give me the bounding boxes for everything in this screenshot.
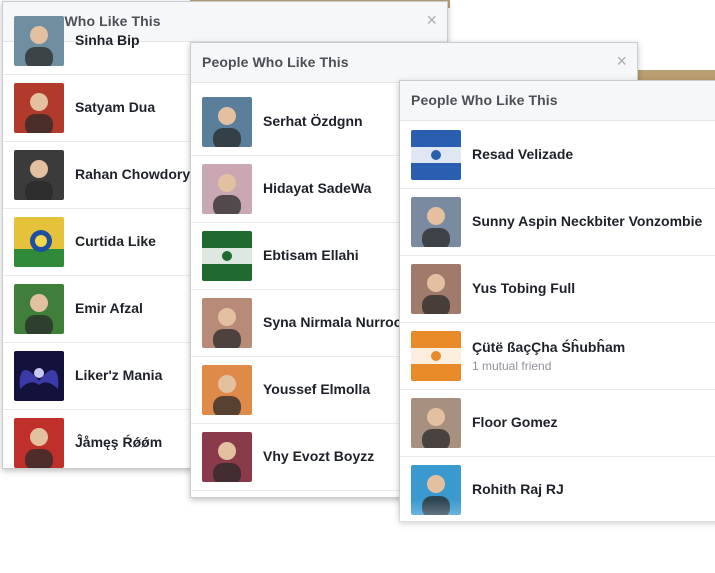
avatar-flag[interactable] [202,231,252,281]
dialog-header: People Who Like This × [191,43,637,83]
mutual-friends-text: 1 mutual friend [472,359,552,373]
person-row[interactable]: Resad Velizade [400,122,715,189]
avatar-person[interactable] [202,432,252,482]
person-name-link[interactable]: Rohith Raj RJ [472,481,564,497]
avatar-person[interactable] [202,164,252,214]
avatar-person[interactable] [14,83,64,133]
bottom-fade [0,500,715,560]
person-row[interactable]: Çütë ßaçÇha Śĥubĥam 1 mutual friend [400,323,715,390]
person-name-link[interactable]: Emir Afzal [75,300,143,316]
avatar-person[interactable] [14,418,64,468]
avatar-person[interactable] [411,398,461,448]
avatar-flag[interactable] [411,331,461,381]
person-name-link[interactable]: Curtida Like [75,233,156,249]
person-row[interactable]: Floor Gomez [400,390,715,457]
person-name-link[interactable]: Serhat Özdgnn [263,113,363,129]
avatar-person[interactable] [202,298,252,348]
avatar-person[interactable] [14,16,64,66]
person-name-link[interactable]: Vhy Evozt Boyzz [263,448,374,464]
person-row[interactable]: Sunny Aspin Neckbiter Vonzombie [400,189,715,256]
people-list: Resad Velizade Sunny Aspin Neckbiter Vonz… [400,122,715,521]
person-name-link[interactable]: Sinha Bip [75,32,140,48]
person-name-link[interactable]: Resad Velizade [472,146,573,162]
person-name-link[interactable]: Floor Gomez [472,414,558,430]
avatar-person[interactable] [14,284,64,334]
person-name-link[interactable]: Rahan Chowdory [75,166,190,182]
dialog-header: People Who Like This [400,81,715,121]
person-name-link[interactable]: Çütë ßaçÇha Śĥubĥam [472,339,625,355]
person-name-link[interactable]: Satyam Dua [75,99,155,115]
avatar-person[interactable] [202,97,252,147]
person-name-link[interactable]: Ebtisam Ellahi [263,247,359,263]
avatar-flag[interactable] [411,130,461,180]
dialog-title: People Who Like This [202,54,349,70]
person-row[interactable]: Yus Tobing Full [400,256,715,323]
person-name-link[interactable]: Yus Tobing Full [472,280,575,296]
background-photo-strip-right [636,70,715,80]
avatar-wings[interactable] [14,351,64,401]
avatar-person[interactable] [411,197,461,247]
dialog-title: People Who Like This [411,92,558,108]
person-name-link[interactable]: Liker'z Mania [75,367,162,383]
person-name-link[interactable]: Sunny Aspin Neckbiter Vonzombie [472,213,702,229]
avatar-like-logo[interactable] [14,217,64,267]
person-name-link[interactable]: Youssef Elmolla [263,381,370,397]
close-icon[interactable]: × [616,51,627,71]
likes-dialog-3: People Who Like This Resad Velizade Sunny… [399,80,715,522]
avatar-person[interactable] [202,365,252,415]
avatar-person[interactable] [14,150,64,200]
avatar-person[interactable] [411,264,461,314]
person-name-link[interactable]: Ĵåmęş Ŕǿǿm [75,434,162,450]
person-name-link[interactable]: Hidayat SadeWa [263,180,371,196]
